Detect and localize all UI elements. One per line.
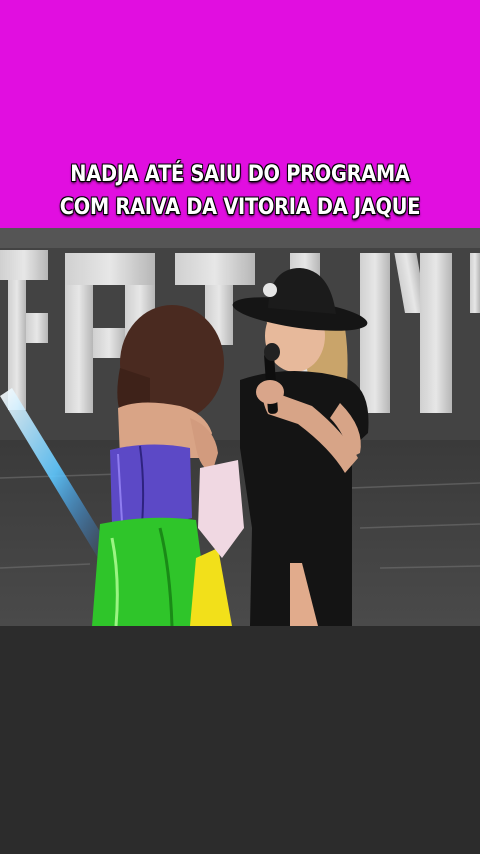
stage-scene — [0, 228, 480, 626]
headline-line-1: NADJA ATÉ SAIU DO PROGRAMA — [70, 162, 410, 187]
headline-line-2: COM RAIVA DA VITORIA DA JAQUE — [59, 195, 421, 220]
bottom-empty-area — [0, 626, 480, 854]
headline-caption: NADJA ATÉ SAIU DO PROGRAMA COM RAIVA DA … — [29, 158, 451, 224]
video-frame[interactable] — [0, 228, 480, 626]
hat-badge-icon — [263, 283, 277, 297]
